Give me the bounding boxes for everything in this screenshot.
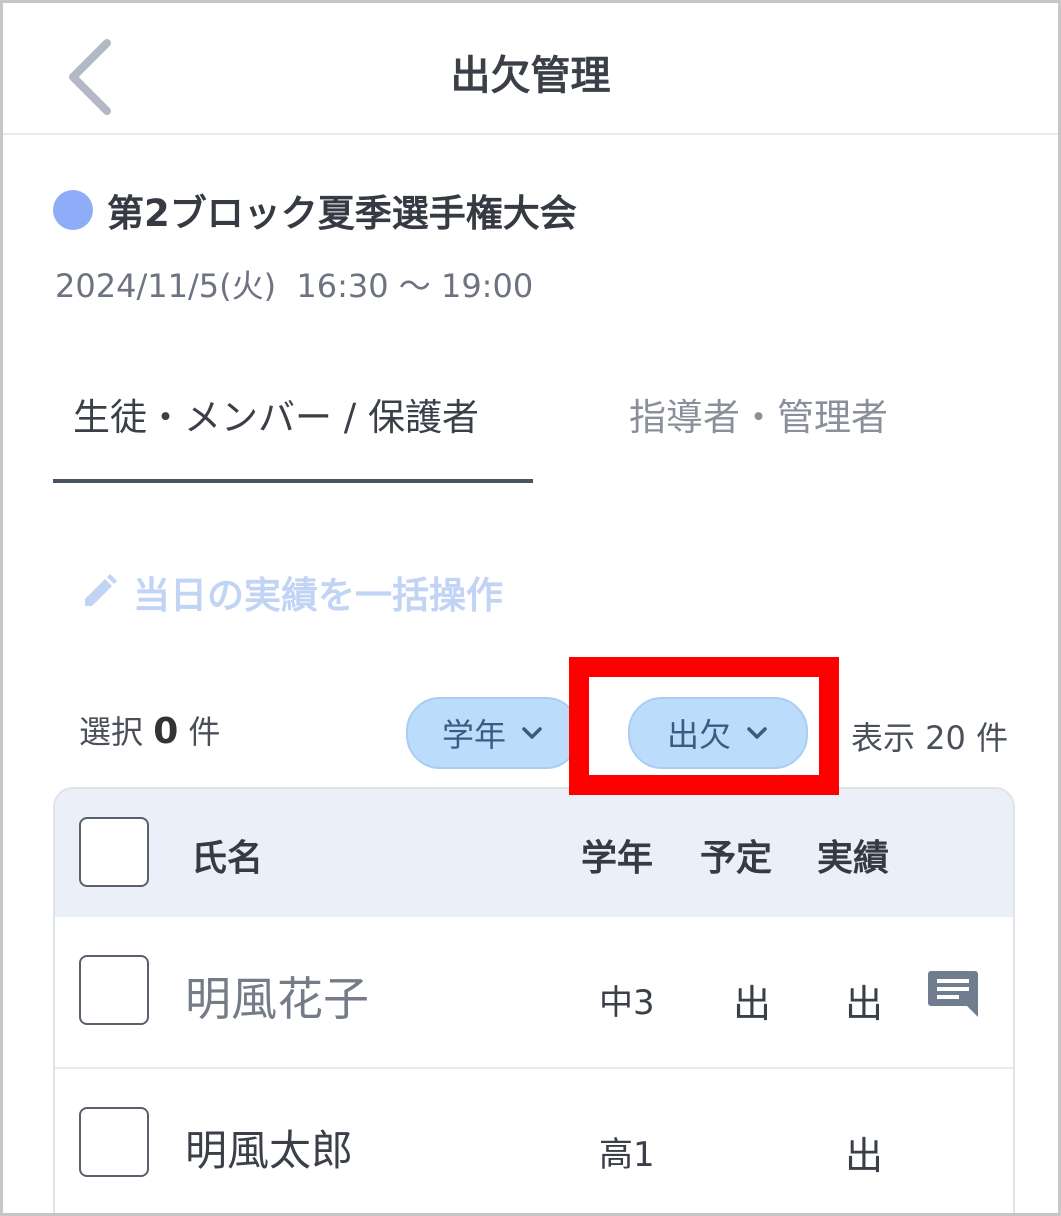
page-title: 出欠管理 — [450, 53, 611, 99]
member-grade: 中3 — [599, 983, 655, 1023]
tab-students-guardians[interactable]: 生徒・メンバー / 保護者 — [53, 383, 533, 483]
actual-status[interactable]: 出 — [845, 973, 883, 1028]
row-checkbox[interactable] — [79, 955, 149, 1025]
table-header: 氏名 学年 予定 実績 — [55, 789, 1013, 917]
screen-frame: 出欠管理 第2ブロック夏季選手権大会 2024/11/5(火) 16:30 〜 … — [0, 0, 1061, 1216]
filter-grade-dropdown[interactable]: 学年 — [406, 697, 580, 769]
filter-grade-label: 学年 — [441, 716, 506, 754]
header-planned: 予定 — [700, 838, 773, 879]
member-tabs: 生徒・メンバー / 保護者 指導者・管理者 — [53, 383, 1013, 483]
display-count: 表示 20 件 — [851, 719, 1009, 757]
selected-count: 選択 0 件 — [79, 707, 220, 753]
bulk-edit-label: 当日の実績を一括操作 — [133, 574, 503, 617]
member-grade: 高1 — [599, 1135, 655, 1175]
chevron-down-icon — [747, 727, 767, 739]
table-row[interactable]: 明風太郎 高1 出 — [55, 1069, 1013, 1213]
attendance-table: 氏名 学年 予定 実績 明風花子 中3 出 出 明風太郎 高1 出 — [53, 787, 1015, 1213]
header-actual: 実績 — [817, 838, 890, 879]
event-title: 第2ブロック夏季選手権大会 — [53, 185, 577, 235]
row-checkbox[interactable] — [79, 1107, 149, 1177]
tab-label: 生徒・メンバー / 保護者 — [73, 396, 479, 439]
selected-suffix: 件 — [188, 713, 221, 751]
comment-icon — [928, 971, 978, 1017]
selected-number: 0 — [153, 711, 179, 752]
bulk-edit-button[interactable]: 当日の実績を一括操作 — [79, 565, 503, 619]
header-grade: 学年 — [581, 838, 654, 879]
list-toolbar: 選択 0 件 学年 出欠 表示 20 件 — [3, 693, 1058, 773]
memo-button[interactable] — [927, 969, 981, 1023]
filter-attendance-label: 出欠 — [666, 716, 731, 754]
table-row[interactable]: 明風花子 中3 出 出 — [55, 917, 1013, 1069]
header-name: 氏名 — [191, 838, 264, 879]
tab-label: 指導者・管理者 — [629, 396, 888, 439]
member-name: 明風花子 — [185, 972, 369, 1026]
tab-instructors-admins[interactable]: 指導者・管理者 — [629, 383, 888, 479]
chevron-down-icon — [522, 727, 542, 739]
actual-status[interactable]: 出 — [845, 1125, 883, 1180]
pencil-icon — [85, 574, 117, 606]
selected-prefix: 選択 — [79, 713, 144, 751]
event-color-dot — [53, 190, 93, 230]
header: 出欠管理 — [3, 3, 1058, 135]
event-datetime: 2024/11/5(火) 16:30 〜 19:00 — [55, 267, 534, 305]
event-name: 第2ブロック夏季選手権大会 — [107, 192, 577, 235]
filter-attendance-dropdown[interactable]: 出欠 — [628, 697, 808, 769]
planned-status: 出 — [733, 982, 772, 1026]
member-name: 明風太郎 — [185, 1126, 354, 1175]
select-all-checkbox[interactable] — [79, 817, 149, 887]
